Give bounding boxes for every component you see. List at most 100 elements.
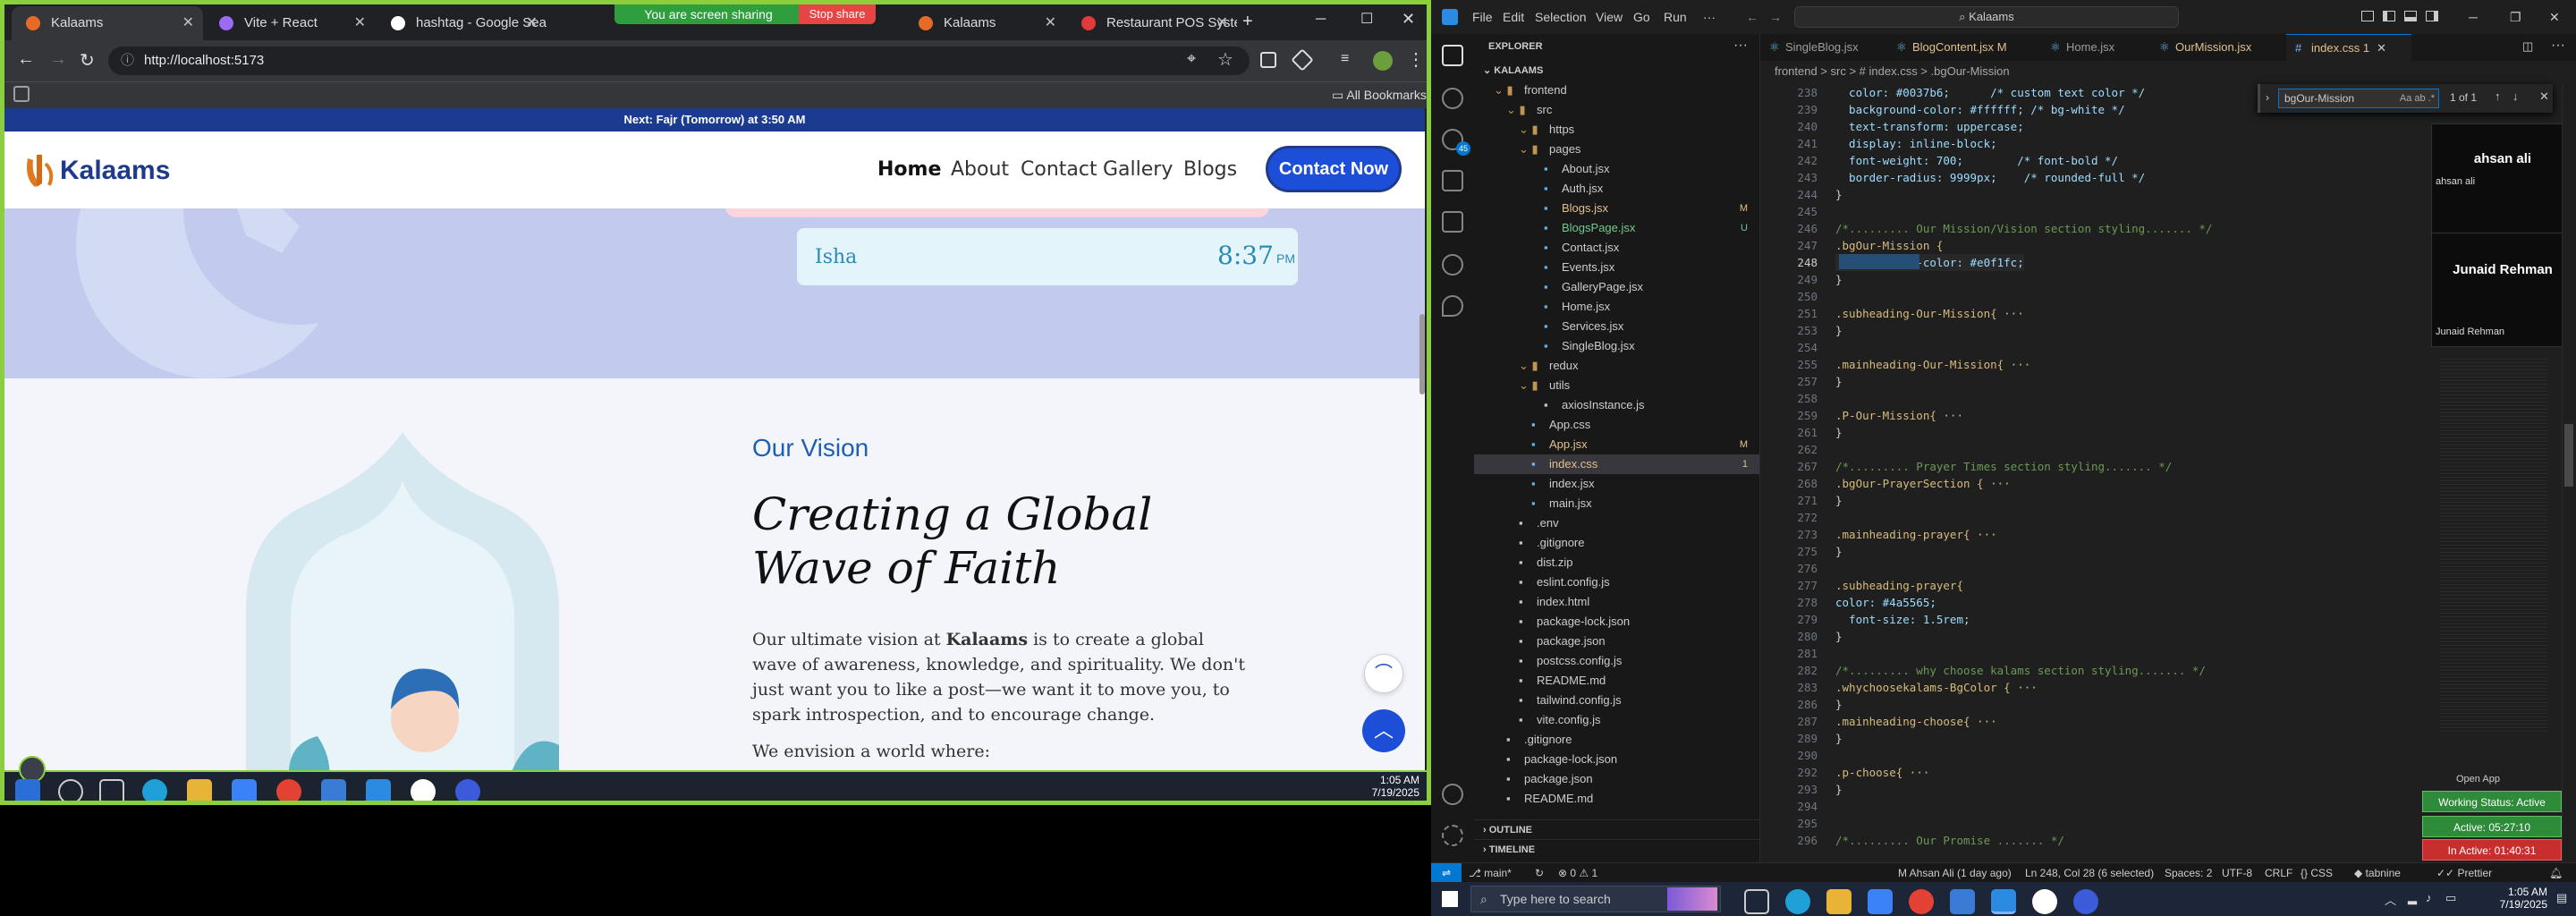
close-tab-icon[interactable]: ✕ bbox=[182, 6, 194, 40]
run-debug-icon[interactable] bbox=[1442, 170, 1463, 191]
extensions-icon[interactable] bbox=[1442, 211, 1463, 233]
outline-section[interactable]: › OUTLINE bbox=[1474, 819, 1759, 839]
apps-grid-icon[interactable] bbox=[13, 86, 30, 102]
tree-file[interactable]: ▪ Events.jsx bbox=[1474, 258, 1759, 277]
notification-icon[interactable]: ▤ bbox=[2556, 891, 2567, 905]
edge-icon[interactable] bbox=[1785, 889, 1810, 914]
tree-file[interactable]: ▪ Blogs.jsx M bbox=[1474, 199, 1759, 218]
code-line[interactable]: } bbox=[1835, 424, 1843, 441]
settings-gear-icon[interactable] bbox=[1442, 825, 1463, 846]
tree-file[interactable]: ▪ Home.jsx bbox=[1474, 297, 1759, 317]
accounts-icon[interactable] bbox=[1442, 784, 1463, 805]
chrome-icon[interactable] bbox=[1909, 889, 1934, 914]
tree-file[interactable]: ▪ index.css 1 bbox=[1474, 454, 1759, 474]
code-line[interactable]: font-size: 1.5rem; bbox=[1835, 611, 1970, 628]
tree-file[interactable]: ▪ Services.jsx bbox=[1474, 317, 1759, 336]
notifications-bell-icon[interactable]: 🔔︎ bbox=[2549, 863, 2563, 883]
minimize-icon[interactable]: ─ bbox=[1316, 12, 1326, 28]
scrollbar-thumb[interactable] bbox=[2564, 424, 2573, 487]
remote-indicator-icon[interactable]: ⇌ bbox=[1431, 863, 1462, 883]
toggle-replace-icon[interactable]: › bbox=[2266, 91, 2269, 104]
file-explorer-icon[interactable] bbox=[1826, 889, 1852, 914]
vscode-icon[interactable] bbox=[1991, 889, 2016, 914]
tree-folder[interactable]: ⌄ ▮ frontend bbox=[1474, 81, 1759, 100]
menu-view[interactable]: View bbox=[1596, 10, 1623, 24]
find-input[interactable]: bgOur-Mission Aa ab .* bbox=[2278, 89, 2439, 108]
nav-about[interactable]: About bbox=[951, 158, 1009, 181]
code-line[interactable]: color: #4a5565; bbox=[1835, 594, 1936, 611]
page-scrollbar[interactable] bbox=[1419, 314, 1425, 394]
tree-folder[interactable]: ⌄ ▮ https bbox=[1474, 120, 1759, 140]
code-line[interactable]: .mainheading-Our-Mission{ ··· bbox=[1835, 356, 2030, 373]
editor-scrollbar[interactable] bbox=[2562, 84, 2574, 862]
language-mode[interactable]: {} CSS bbox=[2301, 863, 2333, 883]
open-app-link[interactable]: Open App bbox=[2456, 769, 2540, 789]
back-icon[interactable]: ← bbox=[17, 49, 35, 70]
code-line[interactable]: /*......... Our Mission/Vision section s… bbox=[1835, 220, 2212, 237]
nav-contact[interactable]: Contact bbox=[1021, 158, 1097, 181]
code-line[interactable]: display: inline-block; bbox=[1835, 135, 1997, 152]
minimap[interactable] bbox=[2440, 356, 2547, 732]
tree-file[interactable]: ▪ tailwind.config.js bbox=[1474, 691, 1759, 710]
tree-file[interactable]: ▪ package-lock.json bbox=[1474, 612, 1759, 632]
contact-now-button[interactable]: Contact Now bbox=[1266, 146, 1402, 192]
nav-blogs[interactable]: Blogs bbox=[1183, 158, 1237, 181]
search-icon[interactable] bbox=[1442, 88, 1463, 109]
code-line[interactable]: } bbox=[1835, 696, 1843, 713]
close-tab-icon[interactable]: ✕ bbox=[2377, 41, 2386, 55]
command-center-search[interactable]: ⌕ Kalaams bbox=[1794, 6, 2179, 28]
workspace-root[interactable]: ⌄ KALAAMS bbox=[1483, 64, 1543, 76]
close-tab-icon[interactable]: ✕ bbox=[354, 6, 366, 40]
editor-tab-blogcontent[interactable]: ⚛ BlogContent.jsx M bbox=[1887, 34, 2039, 61]
timeline-section[interactable]: › TIMELINE bbox=[1474, 839, 1759, 859]
tree-folder[interactable]: ⌄ ▮ utils bbox=[1474, 376, 1759, 395]
sync-icon[interactable]: ↻ bbox=[1535, 863, 1544, 883]
tree-file[interactable]: ▪ App.jsx M bbox=[1474, 435, 1759, 454]
editor-tab-singleblog[interactable]: ⚛ SingleBlog.jsx bbox=[1760, 34, 1885, 61]
app-circle-icon[interactable] bbox=[2032, 889, 2057, 914]
cursor-position[interactable]: Ln 248, Col 28 (6 selected) bbox=[2025, 863, 2154, 883]
tab-kalaams[interactable]: Kalaams ✕ bbox=[12, 6, 203, 40]
tree-file[interactable]: ▪ About.jsx bbox=[1474, 159, 1759, 179]
nav-gallery[interactable]: Gallery bbox=[1103, 158, 1173, 181]
code-line[interactable]: .bgOur-Mission { bbox=[1835, 237, 1943, 254]
tabnine-status[interactable]: ◆ tabnine bbox=[2354, 863, 2401, 883]
store-icon[interactable] bbox=[1868, 889, 1893, 914]
nav-home[interactable]: Home bbox=[877, 158, 941, 181]
tab-kalaams-2[interactable]: Kalaams ✕ bbox=[904, 6, 1065, 40]
tree-file[interactable]: ▪ Auth.jsx bbox=[1474, 179, 1759, 199]
code-line[interactable]: } bbox=[1835, 186, 1843, 203]
code-line[interactable]: } bbox=[1835, 492, 1843, 509]
all-bookmarks-button[interactable]: ▭ All Bookmarks bbox=[1332, 88, 1427, 103]
clock[interactable]: 1:05 AM 7/19/2025 bbox=[1350, 774, 1419, 799]
media-icon[interactable]: ≡ bbox=[1341, 51, 1349, 67]
menu-run[interactable]: Run bbox=[1664, 10, 1687, 24]
tree-file[interactable]: ▪ BlogsPage.jsx U bbox=[1474, 218, 1759, 238]
close-icon[interactable]: ✕ bbox=[2549, 10, 2560, 25]
zoom-icon[interactable] bbox=[455, 779, 480, 801]
tree-file[interactable]: ▪ .env bbox=[1474, 513, 1759, 533]
prettier-status[interactable]: ✓✓ Prettier bbox=[2436, 863, 2492, 883]
code-line[interactable]: .subheading-Our-Mission{ ··· bbox=[1835, 305, 2024, 322]
speaker-icon[interactable]: ♪ bbox=[2426, 891, 2432, 904]
menu-file[interactable]: File bbox=[1472, 10, 1493, 24]
editor-tab-home[interactable]: ⚛ Home.jsx bbox=[2041, 34, 2148, 61]
tree-file[interactable]: ▪ package.json bbox=[1474, 769, 1759, 789]
menu-edit[interactable]: Edit bbox=[1503, 10, 1524, 24]
app-icon[interactable] bbox=[1950, 889, 1975, 914]
code-line[interactable]: .mainheading-choose{ ··· bbox=[1835, 713, 1997, 730]
tree-file[interactable]: ▪ README.md bbox=[1474, 671, 1759, 691]
toggle-panel-icon[interactable] bbox=[2404, 11, 2417, 21]
close-tab-icon[interactable]: ✕ bbox=[1045, 6, 1056, 40]
breadcrumb[interactable]: frontend > src > # index.css > .bgOur-Mi… bbox=[1775, 64, 2010, 78]
code-line[interactable]: } bbox=[1835, 271, 1843, 288]
code-line[interactable]: .subheading-prayer{ bbox=[1835, 577, 1963, 594]
code-line[interactable]: background-color: #ffffff; /* bg-white *… bbox=[1835, 101, 2125, 118]
code-line[interactable]: } bbox=[1835, 628, 1843, 645]
indentation[interactable]: Spaces: 2 bbox=[2165, 863, 2212, 883]
tree-file[interactable]: ▪ package.json bbox=[1474, 632, 1759, 651]
task-view-icon[interactable] bbox=[1744, 889, 1769, 914]
reload-icon[interactable]: ↻ bbox=[80, 49, 95, 72]
tree-folder[interactable]: ⌄ ▮ redux bbox=[1474, 356, 1759, 376]
encoding[interactable]: UTF-8 bbox=[2222, 863, 2252, 883]
